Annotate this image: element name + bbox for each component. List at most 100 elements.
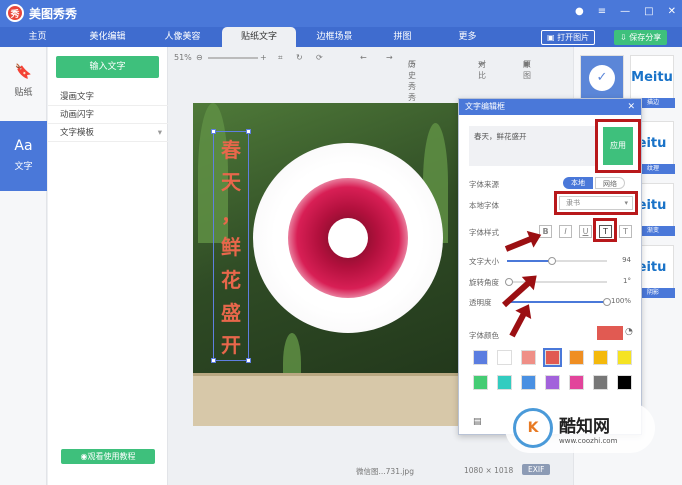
- menu-text-template-label: 文字模板: [60, 128, 95, 138]
- dialog-title-bar[interactable]: 文字编辑框 ✕: [459, 99, 641, 115]
- font-style-label: 字体样式: [469, 228, 499, 237]
- menu-comic-text[interactable]: 漫画文字: [48, 89, 168, 106]
- rotate-angle-value: 1°: [623, 277, 631, 285]
- undo-icon[interactable]: ←: [360, 53, 367, 62]
- color-swatch[interactable]: [521, 375, 536, 390]
- color-swatch[interactable]: [593, 375, 608, 390]
- resize-handle[interactable]: [211, 358, 216, 363]
- exif-button[interactable]: EXIF: [522, 464, 551, 475]
- color-swatch[interactable]: [617, 350, 632, 365]
- rotate-icon[interactable]: ↻: [296, 53, 303, 62]
- image-icon: ▣: [547, 33, 558, 42]
- open-image-button[interactable]: ▣ 打开图片: [541, 30, 596, 45]
- color-swatch[interactable]: [569, 375, 584, 390]
- maximize-icon[interactable]: □: [644, 6, 653, 17]
- app-title: 美图秀秀: [29, 6, 78, 21]
- underline-icon[interactable]: U: [579, 225, 592, 238]
- current-color-swatch[interactable]: [597, 326, 623, 340]
- slider-knob[interactable]: [505, 278, 513, 286]
- resize-handle[interactable]: [211, 129, 216, 134]
- tab-collage[interactable]: 拼图: [375, 27, 430, 47]
- slider-knob[interactable]: [603, 298, 611, 306]
- tab-portrait[interactable]: 人像美容: [150, 27, 215, 47]
- tutorial-button[interactable]: ◉观看使用教程: [61, 449, 155, 464]
- layers-icon[interactable]: ▤: [473, 417, 482, 427]
- italic-icon[interactable]: I: [559, 225, 572, 238]
- app-logo: 秀 美图秀秀: [6, 4, 77, 22]
- minimize-icon[interactable]: —: [620, 6, 630, 17]
- slider-knob[interactable]: [548, 257, 556, 265]
- color-swatch[interactable]: [569, 350, 584, 365]
- text-size-slider[interactable]: [507, 257, 607, 265]
- color-swatch[interactable]: [521, 350, 536, 365]
- rotate-angle-label: 旋转角度: [469, 278, 499, 287]
- tab-beautify[interactable]: 美化编辑: [75, 27, 140, 47]
- color-swatch[interactable]: [617, 375, 632, 390]
- nav-text-label: 文字: [14, 162, 33, 172]
- opacity-label: 透明度: [469, 298, 492, 307]
- color-swatch[interactable]: [593, 350, 608, 365]
- overlay-char: 春: [221, 137, 241, 162]
- close-icon[interactable]: ✕: [668, 6, 676, 17]
- menu-text-template[interactable]: 文字模板 ▾: [48, 125, 168, 142]
- color-swatch[interactable]: [545, 375, 560, 390]
- zoom-in-icon[interactable]: +: [260, 53, 267, 62]
- overlay-char: 天: [221, 170, 241, 195]
- resize-handle[interactable]: [246, 129, 251, 134]
- color-swatch[interactable]: [543, 348, 562, 367]
- zoom-out-icon[interactable]: ⊖: [196, 53, 203, 62]
- main-tabs: 主页 美化编辑 人像美容 贴纸文字 边框场景 拼图 更多 ▣ 打开图片 ⇩ 保存…: [0, 27, 682, 47]
- close-icon[interactable]: ✕: [627, 99, 635, 115]
- source-local-toggle[interactable]: 本地: [563, 177, 593, 189]
- zoom-slider[interactable]: [208, 57, 258, 59]
- tab-sticker-text[interactable]: 贴纸文字: [222, 27, 296, 47]
- color-picker-icon[interactable]: ◔: [625, 327, 633, 337]
- highlight-box: [554, 191, 638, 215]
- color-swatch[interactable]: [497, 375, 512, 390]
- menu-icon[interactable]: ≡: [598, 6, 606, 17]
- overlay-char: 花: [221, 268, 241, 293]
- tab-frames[interactable]: 边框场景: [302, 27, 367, 47]
- redo-icon[interactable]: →: [386, 53, 393, 62]
- resize-handle[interactable]: [246, 358, 251, 363]
- tab-more[interactable]: 更多: [440, 27, 495, 47]
- preset-text: Meitu: [631, 70, 673, 85]
- preset-thumb[interactable]: Meitu 描边: [630, 55, 675, 108]
- opacity-value: 100%: [610, 297, 631, 305]
- input-text-button[interactable]: 输入文字: [56, 56, 159, 78]
- color-swatch[interactable]: [473, 350, 488, 365]
- highlight-box: [595, 119, 641, 173]
- nav-stickers[interactable]: 🔖 贴纸: [0, 47, 47, 117]
- text-input-area[interactable]: 春天，鲜花盛开: [469, 126, 597, 166]
- tutorial-label: 观看使用教程: [87, 452, 136, 461]
- text-icon[interactable]: T: [619, 225, 632, 238]
- overlay-char: 鲜: [221, 235, 241, 260]
- chat-icon[interactable]: ●: [575, 6, 584, 17]
- reset-icon[interactable]: ⟳: [316, 53, 323, 62]
- highlight-box: [593, 218, 617, 242]
- flower-core: [328, 218, 368, 258]
- check-icon: ✓: [589, 65, 615, 91]
- source-web-toggle[interactable]: 网络: [595, 177, 625, 189]
- preset-selected[interactable]: ✓: [580, 55, 624, 99]
- status-bar: 微信图...731.jpg 1080 × 1018 EXIF: [168, 462, 573, 480]
- color-swatch[interactable]: [473, 375, 488, 390]
- tab-home[interactable]: 主页: [10, 27, 65, 47]
- color-swatch[interactable]: [497, 350, 512, 365]
- slider-fill: [507, 260, 552, 262]
- canvas-toolbar: 51% ⊖ + ⌗ ↻ ⟳ ← → ◷ 历史秀秀 ⇹ 对比 ▣ 原图: [168, 47, 573, 102]
- text-overlay[interactable]: 春 天 ， 鲜 花 盛 开: [211, 129, 251, 363]
- text-size-value: 94: [622, 256, 631, 264]
- meitu-logo-icon: 秀: [6, 4, 24, 22]
- coozhi-logo-icon: K: [513, 408, 553, 448]
- save-share-button[interactable]: ⇩ 保存分享: [614, 30, 668, 45]
- menu-animated-text[interactable]: 动画闪字: [48, 107, 168, 124]
- crop-icon[interactable]: ⌗: [278, 53, 283, 63]
- rotate-angle-slider[interactable]: [505, 278, 607, 286]
- nav-text[interactable]: Aa 文字: [0, 121, 47, 191]
- file-name: 微信图...731.jpg: [356, 467, 414, 476]
- overlay-char: ，: [221, 202, 241, 227]
- local-font-label: 本地字体: [469, 201, 499, 210]
- image-canvas[interactable]: 春 天 ， 鲜 花 盛 开: [193, 103, 464, 426]
- text-panel: 输入文字 漫画文字 动画闪字 文字模板 ▾ ◉观看使用教程: [48, 47, 168, 485]
